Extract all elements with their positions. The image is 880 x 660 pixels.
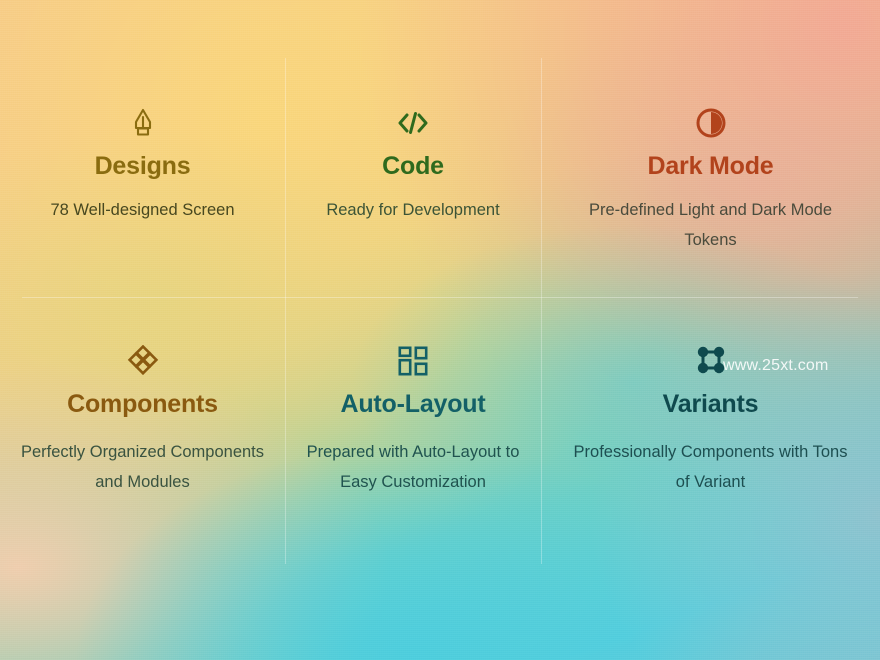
feature-cell-variants: Variants Professionally Components with … [541, 297, 880, 660]
feature-description: Perfectly Organized Components and Modul… [20, 442, 265, 491]
four-squares-grid-icon [398, 344, 428, 378]
feature-cell-code: Code Ready for Development [285, 0, 541, 297]
feature-title: Components [67, 390, 218, 418]
pen-nib-icon [129, 106, 157, 140]
watermark-url: www.25xt.com [723, 357, 829, 374]
feature-title: Code [382, 152, 444, 180]
feature-description: Ready for Development [326, 200, 500, 219]
feature-title: Variants [662, 390, 759, 418]
feature-title: Auto-Layout [340, 390, 486, 418]
contrast-circle-icon [696, 106, 726, 140]
feature-description: 78 Well-designed Screen [50, 200, 235, 219]
feature-highlights-poster: Designs 78 Well-designed Screen Code Rea… [0, 0, 880, 660]
code-brackets-icon [396, 106, 430, 140]
feature-cell-auto-layout: Auto-Layout Prepared with Auto-Layout to… [285, 297, 541, 660]
feature-cell-dark-mode: Dark Mode Pre-defined Light and Dark Mod… [541, 0, 880, 297]
feature-description: Prepared with Auto-Layout to Easy Custom… [306, 442, 520, 491]
feature-description: Professionally Components with Tons of V… [573, 442, 848, 491]
feature-cell-designs: Designs 78 Well-designed Screen [0, 0, 285, 297]
feature-description: Pre-defined Light and Dark Mode Tokens [588, 200, 833, 249]
variants-nodes-icon [695, 344, 727, 378]
feature-cell-components: Components Perfectly Organized Component… [0, 297, 285, 660]
feature-title: Dark Mode [647, 152, 774, 180]
feature-title: Designs [94, 152, 191, 180]
feature-grid: Designs 78 Well-designed Screen Code Rea… [0, 0, 880, 660]
four-diamonds-icon [127, 344, 159, 378]
